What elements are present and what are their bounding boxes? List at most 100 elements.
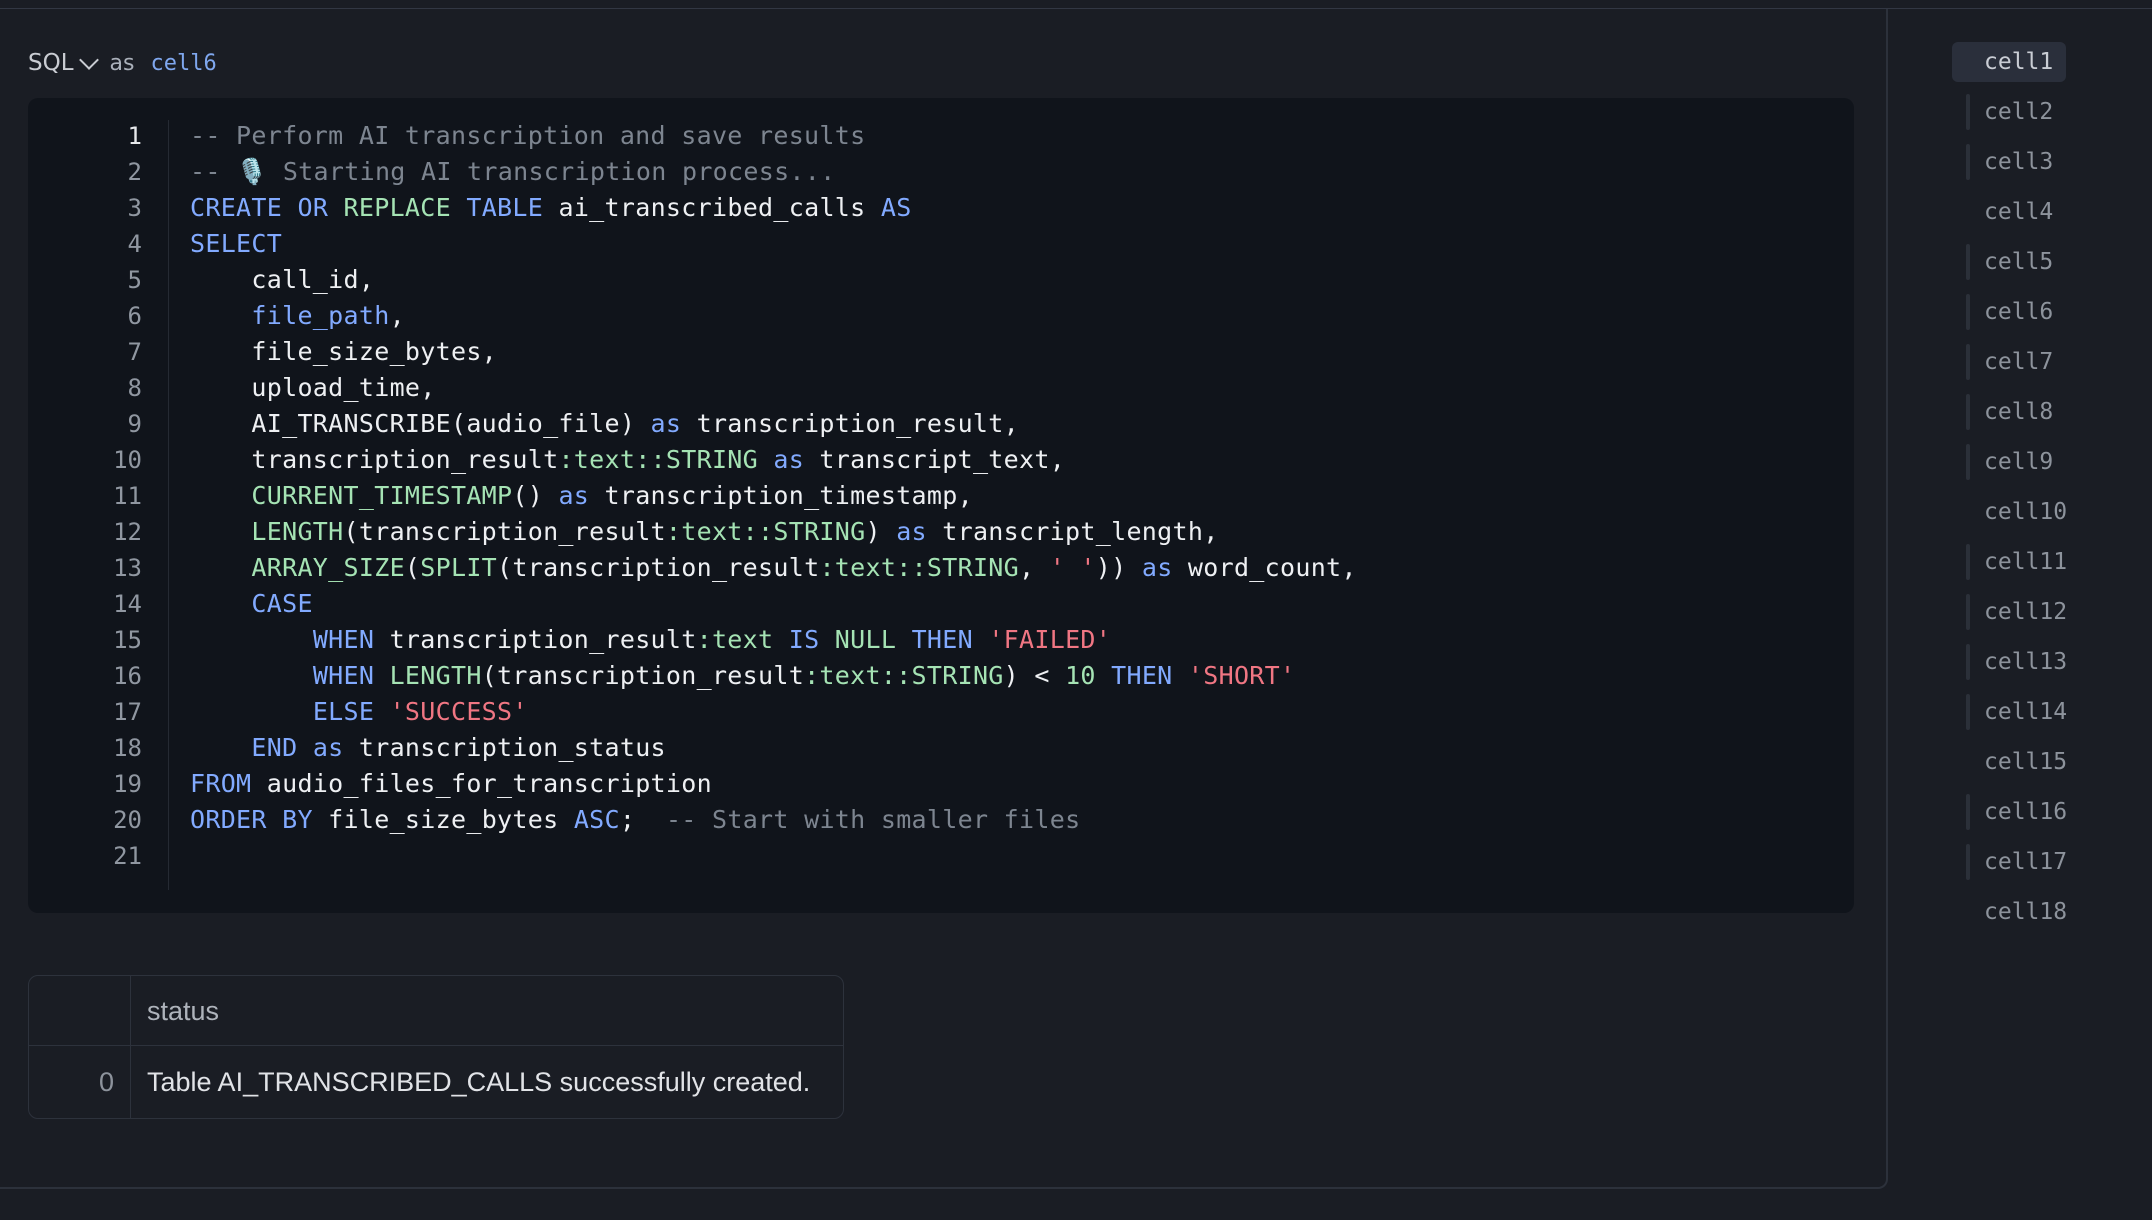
code-token: WHEN: [312, 661, 375, 690]
code-line[interactable]: call_id,: [190, 262, 1357, 298]
outline-item-cell3[interactable]: cell3: [1952, 142, 2132, 182]
gutter-divider: [168, 120, 169, 890]
as-label: as: [109, 50, 135, 76]
code-token: -- Perform AI transcription and save res…: [190, 121, 866, 150]
code-token: WHEN: [312, 625, 375, 654]
code-token: transcription_status: [343, 733, 666, 762]
code-line[interactable]: SELECT: [190, 226, 1357, 262]
line-number: 9: [127, 410, 142, 438]
code-token: (transcription_result: [497, 553, 820, 582]
code-line[interactable]: FROM audio_files_for_transcription: [190, 766, 1357, 802]
index-column-header: [29, 976, 131, 1045]
code-token: CREATE: [190, 193, 283, 222]
chevron-down-icon[interactable]: [78, 50, 99, 70]
outline-item-cell12[interactable]: cell12: [1952, 592, 2132, 632]
code-line[interactable]: CREATE OR REPLACE TABLE ai_transcribed_c…: [190, 190, 1357, 226]
outline-item-cell15[interactable]: cell15: [1952, 742, 2132, 782]
code-line[interactable]: -- Perform AI transcription and save res…: [190, 118, 1357, 154]
code-token: transcription_result: [374, 625, 697, 654]
code-line[interactable]: file_path,: [190, 298, 1357, 334]
line-number: 4: [127, 230, 142, 258]
line-number: 16: [113, 662, 142, 690]
code-line[interactable]: WHEN LENGTH(transcription_result:text::S…: [190, 658, 1357, 694]
code-token: (): [512, 481, 559, 510]
code-token: audio_files_for_transcription: [251, 769, 712, 798]
column-header-status[interactable]: status: [131, 976, 843, 1045]
outline-item-cell14[interactable]: cell14: [1952, 692, 2132, 732]
code-token: ARRAY_SIZE: [251, 553, 405, 582]
outline-item-cell17[interactable]: cell17: [1952, 842, 2132, 882]
code-token: ai_transcribed_calls: [543, 193, 881, 222]
result-table: status 0 Table AI_TRANSCRIBED_CALLS succ…: [28, 975, 844, 1119]
code-line[interactable]: LENGTH(transcription_result:text::STRING…: [190, 514, 1357, 550]
code-token: :text::STRING: [665, 517, 866, 546]
outline-item-cell11[interactable]: cell11: [1952, 542, 2132, 582]
line-number: 15: [113, 626, 142, 654]
language-selector-label[interactable]: SQL: [28, 50, 74, 76]
line-number: 11: [113, 482, 142, 510]
code-line[interactable]: [190, 838, 1357, 874]
code-line[interactable]: ELSE 'SUCCESS': [190, 694, 1357, 730]
outline-item-cell6[interactable]: cell6: [1952, 292, 2132, 332]
code-editor[interactable]: 1 2 3 4 5 6 7 8 9 10 11 12 13 14 15 16 17 18 19 20 21 -- Per…: [28, 98, 1854, 913]
outline-item-cell5[interactable]: cell5: [1952, 242, 2132, 282]
code-line[interactable]: ARRAY_SIZE(SPLIT(transcription_result:te…: [190, 550, 1357, 586]
code-token: 'FAILED': [988, 625, 1112, 654]
code-token: ,: [1019, 553, 1050, 582]
code-line[interactable]: END as transcription_status: [190, 730, 1357, 766]
outline-item-cell1[interactable]: cell1: [1952, 42, 2066, 82]
table-cell: Table AI_TRANSCRIBED_CALLS successfully …: [147, 1067, 811, 1097]
line-number: 3: [127, 194, 142, 222]
code-token: word_count,: [1172, 553, 1357, 582]
code-content[interactable]: -- Perform AI transcription and save res…: [190, 118, 1357, 874]
outline-item-cell2[interactable]: cell2: [1952, 92, 2132, 132]
code-line[interactable]: transcription_result:text::STRING as tra…: [190, 442, 1357, 478]
code-token: LENGTH: [389, 661, 482, 690]
outline-item-cell18[interactable]: cell18: [1952, 892, 2132, 932]
outline-item-cell4[interactable]: cell4: [1952, 192, 2132, 232]
outline-item-cell7[interactable]: cell7: [1952, 342, 2132, 382]
outline-item-cell10[interactable]: cell10: [1952, 492, 2132, 532]
notebook-cell-panel: SQL as cell6 1 2 3 4 5 6 7 8 9 10 11 12 13 14 15 16 17 18…: [0, 9, 1888, 1189]
code-token: transcription_result,: [681, 409, 1019, 438]
code-line[interactable]: -- 🎙️ Starting AI transcription process.…: [190, 154, 1357, 190]
code-token: SELECT: [190, 229, 283, 258]
code-line[interactable]: file_size_bytes,: [190, 334, 1357, 370]
line-number: 20: [113, 806, 142, 834]
code-token: AI_TRANSCRIBE(audio_file): [190, 409, 651, 438]
code-line[interactable]: ORDER BY file_size_bytes ASC; -- Start w…: [190, 802, 1357, 838]
code-token: THEN: [1111, 661, 1173, 690]
code-token: AS: [880, 193, 912, 222]
outline-item-cell8[interactable]: cell8: [1952, 392, 2132, 432]
code-token: transcription_timestamp,: [589, 481, 973, 510]
code-token: as: [312, 733, 344, 762]
code-line[interactable]: CURRENT_TIMESTAMP() as transcription_tim…: [190, 478, 1357, 514]
code-line[interactable]: upload_time,: [190, 370, 1357, 406]
code-line[interactable]: WHEN transcription_result:text IS NULL T…: [190, 622, 1357, 658]
code-token: ): [865, 517, 897, 546]
code-line[interactable]: CASE: [190, 586, 1357, 622]
cell-name[interactable]: cell6: [150, 51, 216, 76]
code-token: 'SUCCESS': [389, 697, 528, 726]
line-number: 6: [127, 302, 142, 330]
row-index: 0: [29, 1046, 131, 1118]
code-token: END: [251, 733, 298, 762]
outline-item-cell13[interactable]: cell13: [1952, 642, 2132, 682]
outline-item-cell16[interactable]: cell16: [1952, 792, 2132, 832]
cell-header: SQL as cell6: [28, 43, 217, 83]
code-line[interactable]: AI_TRANSCRIBE(audio_file) as transcripti…: [190, 406, 1357, 442]
outline-item-cell9[interactable]: cell9: [1952, 442, 2132, 482]
code-token: BY: [282, 805, 313, 834]
